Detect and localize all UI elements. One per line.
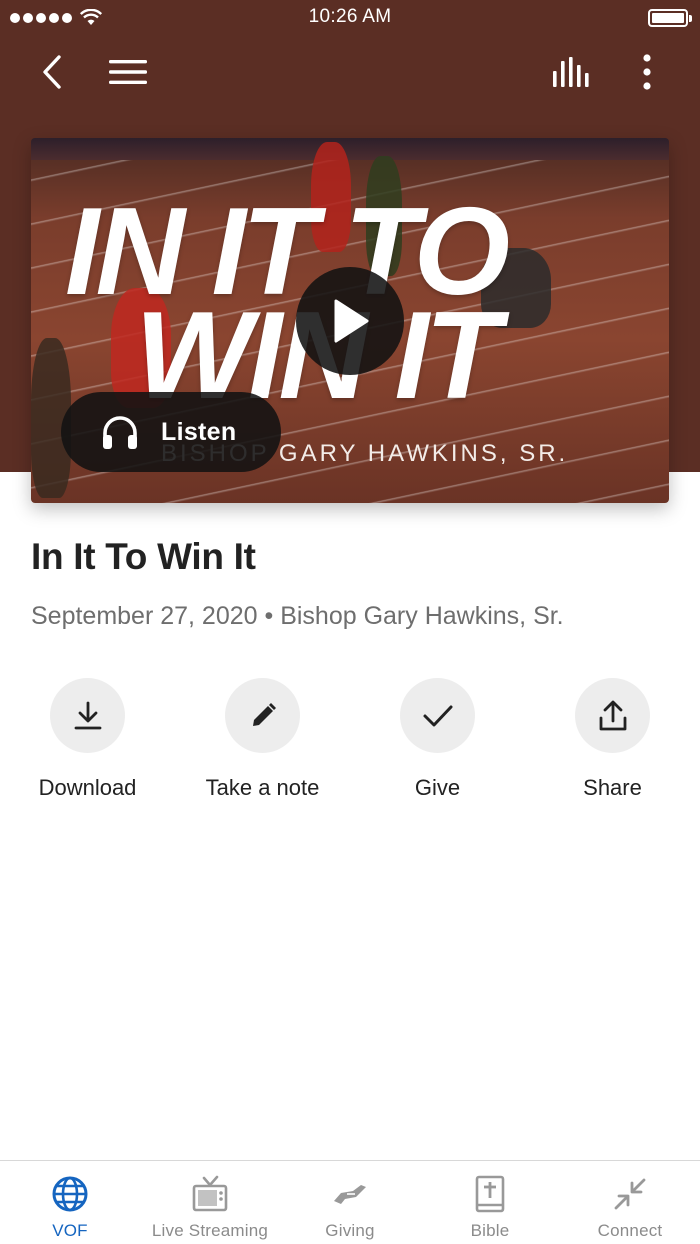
tab-bible-label: Bible [470, 1221, 510, 1240]
share-icon [599, 700, 626, 730]
connect-arrows-icon [614, 1178, 646, 1210]
tab-connect-label: Connect [597, 1221, 663, 1240]
listen-label: Listen [161, 417, 237, 446]
share-circle [575, 678, 650, 753]
tab-giving-label: Giving [325, 1221, 375, 1240]
battery-icon [648, 9, 692, 27]
chevron-left-icon [43, 55, 61, 89]
bottom-tab-bar: VOF Live Streaming Giving Bible Connect [0, 1160, 700, 1244]
hamburger-icon [109, 60, 147, 84]
globe-icon [52, 1176, 88, 1212]
more-options-button[interactable] [623, 48, 671, 96]
status-bar: 10:26 AM [0, 0, 700, 36]
tab-live-streaming-label: Live Streaming [151, 1221, 269, 1240]
give-button[interactable]: Give [350, 678, 525, 801]
tab-vof[interactable]: VOF [0, 1161, 140, 1244]
give-label: Give [414, 775, 461, 800]
audio-bars-icon [553, 57, 589, 87]
tab-vof-label: VOF [52, 1221, 88, 1240]
more-vertical-icon [643, 54, 651, 90]
download-circle [50, 678, 125, 753]
tv-icon [192, 1175, 228, 1212]
listen-button[interactable]: Listen [61, 392, 281, 472]
tab-live-streaming[interactable]: Live Streaming [140, 1161, 280, 1244]
sermon-title: In It To Win It [31, 536, 256, 577]
menu-button[interactable] [104, 48, 152, 96]
sermon-artwork: IN IT TO WIN IT BISHOP GARY HAWKINS, SR.… [31, 138, 669, 503]
headphones-icon [103, 416, 137, 449]
download-icon [74, 701, 101, 729]
sermon-meta: September 27, 2020 • Bishop Gary Hawkins… [31, 602, 564, 630]
tab-giving[interactable]: Giving [280, 1161, 420, 1244]
bible-icon [475, 1175, 505, 1213]
status-time: 10:26 AM [308, 6, 392, 27]
tab-connect[interactable]: Connect [560, 1161, 700, 1244]
pencil-icon [252, 702, 276, 726]
back-button[interactable] [28, 48, 76, 96]
play-icon [334, 299, 369, 343]
share-button[interactable]: Share [525, 678, 700, 801]
checkmark-icon [423, 705, 452, 726]
play-button[interactable] [296, 267, 404, 375]
take-note-circle [225, 678, 300, 753]
give-circle [400, 678, 475, 753]
download-label: Download [38, 775, 137, 800]
giving-hand-icon [334, 1185, 366, 1204]
tab-bible[interactable]: Bible [420, 1161, 560, 1244]
audio-levels-button[interactable] [548, 48, 596, 96]
download-button[interactable]: Download [0, 678, 175, 801]
take-note-label: Take a note [205, 775, 320, 800]
share-label: Share [583, 775, 642, 800]
take-note-button[interactable]: Take a note [175, 678, 350, 801]
